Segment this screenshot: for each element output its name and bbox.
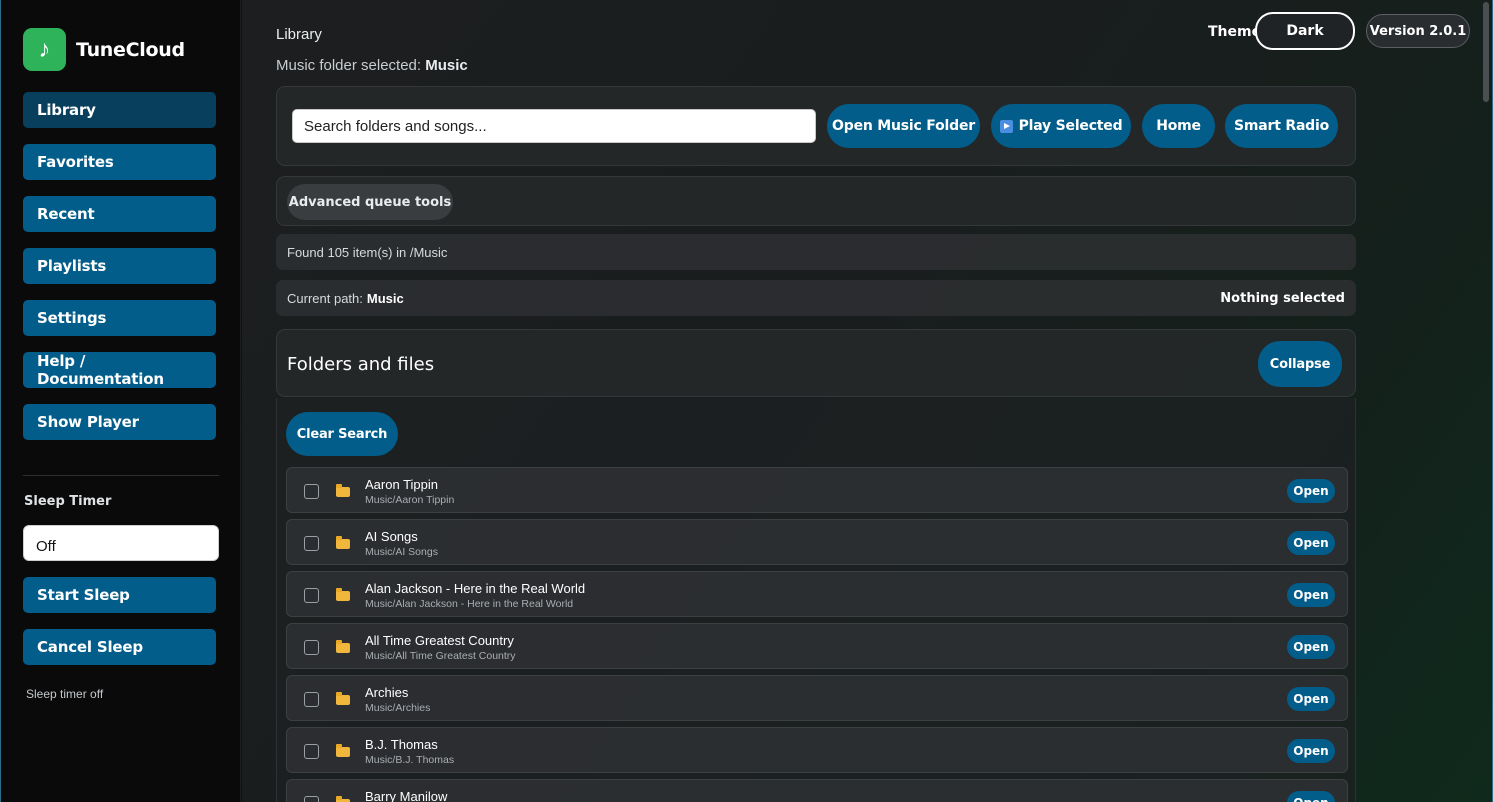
scrollbar-thumb[interactable]	[1483, 2, 1489, 102]
row-checkbox[interactable]	[304, 796, 319, 802]
folders-files-title: Folders and files	[287, 354, 435, 375]
home-button[interactable]: Home	[1142, 104, 1215, 148]
queue-tools-panel: Advanced queue tools	[276, 176, 1356, 226]
item-name: All Time Greatest Country	[365, 633, 514, 648]
item-name: AI Songs	[365, 529, 418, 544]
sidebar-item-show-player[interactable]: Show Player	[23, 404, 216, 440]
open-music-folder-button[interactable]: Open Music Folder	[827, 104, 980, 148]
folder-icon	[336, 484, 350, 497]
open-button[interactable]: Open	[1287, 739, 1335, 763]
item-path: Music/Aaron Tippin	[365, 494, 455, 506]
open-button[interactable]: Open	[1287, 531, 1335, 555]
folder-selected-line: Music folder selected: Music	[276, 57, 468, 74]
item-name: Archies	[365, 685, 409, 700]
advanced-queue-tools-button[interactable]: Advanced queue tools	[287, 184, 453, 220]
folder-icon	[336, 640, 350, 653]
list-item[interactable]: Archies Music/Archies Open	[286, 675, 1348, 721]
search-input[interactable]: Search folders and songs...	[292, 109, 816, 143]
item-name: Alan Jackson - Here in the Real World	[365, 581, 586, 596]
current-path-value: Music	[366, 290, 404, 306]
found-items-strip: Found 105 item(s) in /Music	[276, 234, 1356, 270]
item-path: Music/Alan Jackson - Here in the Real Wo…	[365, 598, 574, 610]
play-selected-button[interactable]: Play Selected	[991, 104, 1131, 148]
search-toolbar: Search folders and songs... Open Music F…	[276, 86, 1356, 166]
smart-radio-button[interactable]: Smart Radio	[1225, 104, 1338, 148]
item-name: Barry Manilow	[365, 789, 448, 802]
folder-icon	[336, 692, 350, 705]
list-item[interactable]: Alan Jackson - Here in the Real World Mu…	[286, 571, 1348, 617]
music-note-icon: ♪	[23, 28, 66, 71]
list-item[interactable]: Barry Manilow Open	[286, 779, 1348, 802]
page-title: Library	[276, 26, 322, 43]
start-sleep-button[interactable]: Start Sleep	[23, 577, 216, 613]
row-checkbox[interactable]	[304, 744, 319, 759]
item-path: Music/Archies	[365, 702, 431, 714]
folder-icon	[336, 536, 350, 549]
found-items-text: Found 105 item(s) in /Music	[287, 244, 448, 260]
sleep-status-text: Sleep timer off	[26, 687, 104, 701]
sidebar-item-library[interactable]: Library	[23, 92, 216, 128]
version-badge[interactable]: Version 2.0.1	[1366, 14, 1470, 48]
current-path-strip: Current path: Music Nothing selected	[276, 280, 1356, 316]
sidebar-item-playlists[interactable]: Playlists	[23, 248, 216, 284]
folders-files-header: Folders and files Collapse	[276, 329, 1356, 397]
item-name: B.J. Thomas	[365, 737, 438, 752]
sidebar-item-help[interactable]: Help / Documentation	[23, 352, 216, 388]
list-item[interactable]: Aaron Tippin Music/Aaron Tippin Open	[286, 467, 1348, 513]
item-path: Music/B.J. Thomas	[365, 754, 455, 766]
main-content: Library Music folder selected: Music The…	[242, 0, 1492, 802]
sleep-timer-select[interactable]: Off	[23, 525, 219, 561]
current-path-prefix: Current path:	[287, 290, 363, 306]
play-selected-label: Play Selected	[1018, 118, 1123, 134]
folder-icon	[336, 588, 350, 601]
row-checkbox[interactable]	[304, 536, 319, 551]
brand-name: TuneCloud	[76, 38, 185, 61]
sidebar-item-favorites[interactable]: Favorites	[23, 144, 216, 180]
cancel-sleep-button[interactable]: Cancel Sleep	[23, 629, 216, 665]
sidebar-divider	[23, 475, 219, 476]
app-window: ♪ TuneCloud Library Favorites Recent Pla…	[0, 0, 1493, 802]
row-checkbox[interactable]	[304, 692, 319, 707]
row-checkbox[interactable]	[304, 484, 319, 499]
theme-label: Theme	[1208, 24, 1262, 40]
folder-selected-prefix: Music folder selected:	[276, 57, 422, 74]
list-item[interactable]: AI Songs Music/AI Songs Open	[286, 519, 1348, 565]
row-checkbox[interactable]	[304, 588, 319, 603]
sidebar-item-recent[interactable]: Recent	[23, 196, 216, 232]
row-checkbox[interactable]	[304, 640, 319, 655]
open-button[interactable]: Open	[1287, 635, 1335, 659]
folder-selected-name: Music	[425, 57, 468, 74]
item-path: Music/All Time Greatest Country	[365, 650, 516, 662]
list-item[interactable]: All Time Greatest Country Music/All Time…	[286, 623, 1348, 669]
collapse-button[interactable]: Collapse	[1258, 341, 1342, 387]
sidebar: ♪ TuneCloud Library Favorites Recent Pla…	[1, 0, 241, 802]
open-button[interactable]: Open	[1287, 791, 1335, 802]
sidebar-item-settings[interactable]: Settings	[23, 300, 216, 336]
open-button[interactable]: Open	[1287, 479, 1335, 503]
item-name: Aaron Tippin	[365, 477, 438, 492]
open-button[interactable]: Open	[1287, 687, 1335, 711]
play-icon	[999, 119, 1013, 133]
folder-icon	[336, 744, 350, 757]
clear-search-button[interactable]: Clear Search	[286, 412, 398, 456]
selection-status: Nothing selected	[1220, 290, 1345, 306]
open-button[interactable]: Open	[1287, 583, 1335, 607]
theme-toggle-button[interactable]: Dark	[1255, 12, 1355, 50]
brand: ♪ TuneCloud	[23, 28, 185, 71]
sleep-timer-label: Sleep Timer	[24, 494, 112, 509]
list-item[interactable]: B.J. Thomas Music/B.J. Thomas Open	[286, 727, 1348, 773]
item-path: Music/AI Songs	[365, 546, 438, 558]
file-list: Clear Search Aaron Tippin Music/Aaron Ti…	[276, 398, 1356, 802]
